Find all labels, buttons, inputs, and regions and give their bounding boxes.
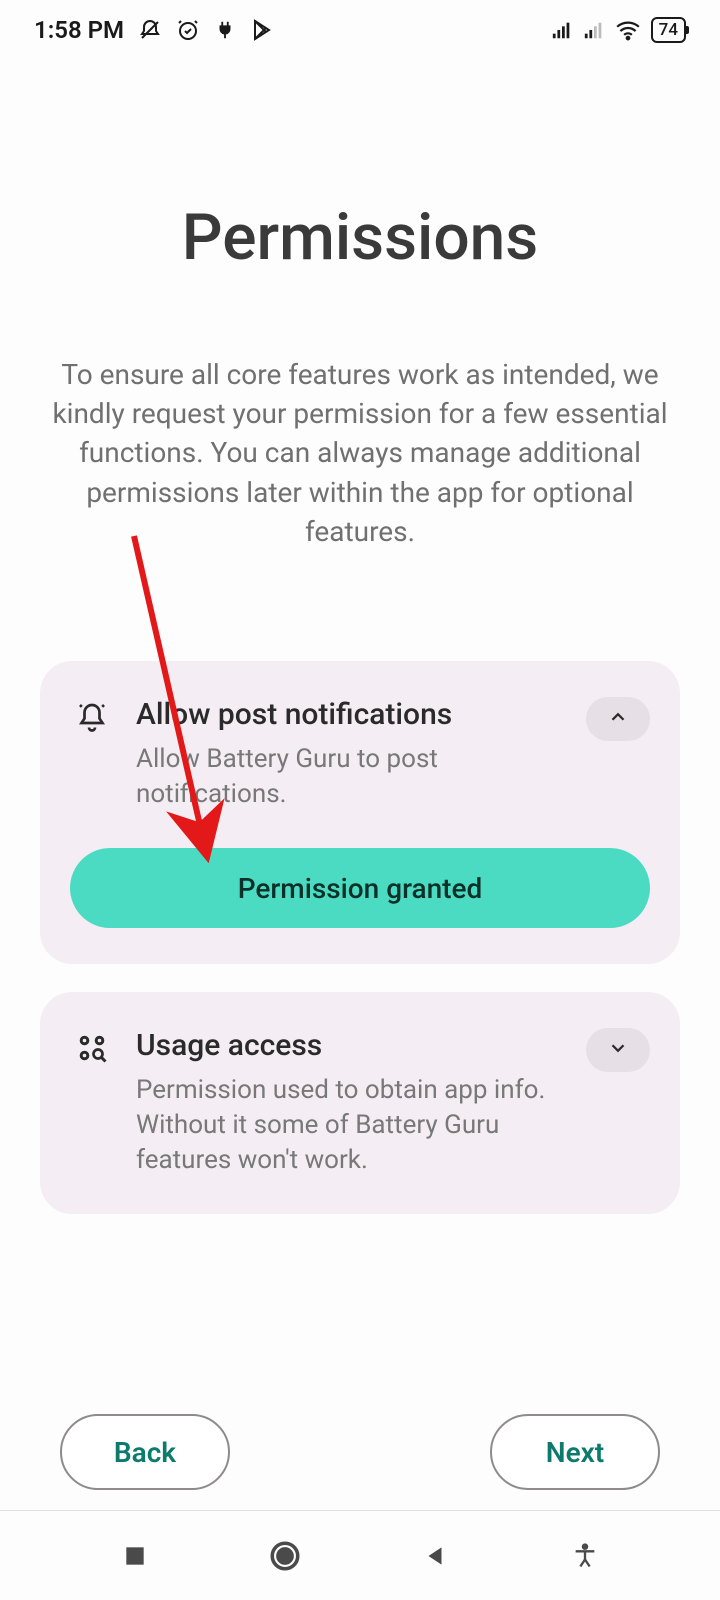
- collapse-button[interactable]: [586, 697, 650, 741]
- accessibility-button[interactable]: [555, 1542, 615, 1570]
- wifi-icon: [615, 19, 641, 41]
- back-nav-button[interactable]: [405, 1543, 465, 1569]
- apps-icon: [70, 1028, 114, 1066]
- chevron-down-icon: [607, 1037, 629, 1063]
- card-title: Usage access: [136, 1028, 564, 1063]
- chevron-up-icon: [607, 706, 629, 732]
- recents-button[interactable]: [105, 1543, 165, 1569]
- expand-button[interactable]: [586, 1028, 650, 1072]
- status-time: 1:58 PM: [34, 16, 124, 44]
- permission-card-notifications: Allow post notifications Allow Battery G…: [40, 661, 680, 964]
- next-button-label: Next: [546, 1436, 604, 1469]
- page-title: Permissions: [40, 200, 680, 275]
- signal-icon-2: [583, 19, 605, 41]
- system-navigation-bar: [0, 1510, 720, 1600]
- back-button[interactable]: Back: [60, 1414, 230, 1490]
- home-button[interactable]: [255, 1539, 315, 1573]
- alarm-icon: [176, 18, 200, 42]
- card-subtitle: Permission used to obtain app info. With…: [136, 1073, 564, 1178]
- next-button[interactable]: Next: [490, 1414, 660, 1490]
- plug-icon: [214, 19, 236, 41]
- battery-indicator: 74: [651, 17, 686, 43]
- bell-icon: [70, 697, 114, 735]
- signal-icon: [551, 19, 573, 41]
- page-description: To ensure all core features work as inte…: [40, 355, 680, 551]
- permission-granted-button[interactable]: Permission granted: [70, 848, 650, 928]
- card-title: Allow post notifications: [136, 697, 564, 732]
- card-subtitle: Allow Battery Guru to post notifications…: [136, 742, 564, 812]
- play-store-icon: [250, 18, 274, 42]
- permission-card-usage: Usage access Permission used to obtain a…: [40, 992, 680, 1214]
- grant-button-label: Permission granted: [238, 872, 483, 905]
- dnd-icon: [138, 18, 162, 42]
- back-button-label: Back: [114, 1436, 176, 1469]
- status-bar: 1:58 PM 74: [0, 0, 720, 60]
